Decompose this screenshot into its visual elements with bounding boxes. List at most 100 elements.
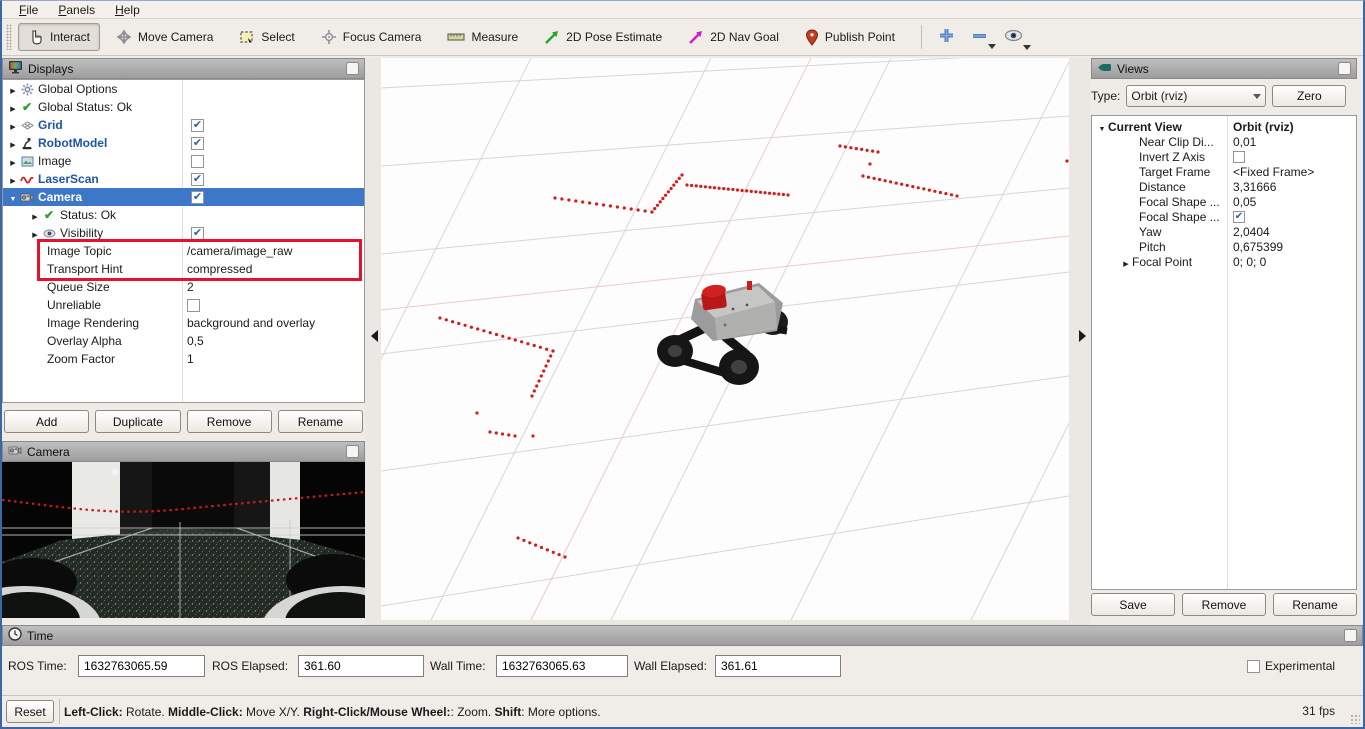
rename-button[interactable]: Rename bbox=[278, 410, 363, 433]
experimental-checkbox[interactable] bbox=[1247, 660, 1260, 673]
tree-row-visibility[interactable]: Visibility bbox=[3, 224, 364, 242]
views-tree[interactable]: Current View Orbit (rviz) Near Clip Di..… bbox=[1091, 115, 1357, 590]
view-row-current-view[interactable]: Current View Orbit (rviz) bbox=[1092, 119, 1356, 134]
displays-tree[interactable]: Global Options ✔ Global Status: Ok Grid … bbox=[2, 79, 365, 403]
remove-tool-button[interactable] bbox=[965, 27, 994, 47]
view-row-target-frame[interactable]: Target Frame <Fixed Frame> bbox=[1092, 164, 1356, 179]
camera-enabled-checkbox[interactable] bbox=[191, 191, 204, 204]
rename-button[interactable]: Rename bbox=[1273, 593, 1357, 616]
tree-row-camera[interactable]: Camera bbox=[3, 188, 364, 206]
toolbar-drag-handle[interactable] bbox=[6, 24, 12, 50]
chevron-down-icon[interactable] bbox=[988, 44, 996, 49]
displays-panel-titlebar[interactable]: Displays bbox=[2, 58, 365, 79]
property-row-image-rendering[interactable]: Image Rendering background and overlay bbox=[3, 314, 364, 332]
property-value[interactable]: 0,5 bbox=[187, 334, 204, 348]
move-camera-tool-button[interactable]: Move Camera bbox=[106, 23, 223, 51]
pose-estimate-tool-button[interactable]: 2D Pose Estimate bbox=[534, 23, 672, 51]
property-value[interactable]: compressed bbox=[187, 262, 252, 276]
menu-file[interactable]: File bbox=[10, 2, 47, 18]
laserscan-enabled-checkbox[interactable] bbox=[191, 173, 204, 186]
select-tool-button[interactable]: Select bbox=[229, 23, 304, 51]
wall-elapsed-input[interactable] bbox=[715, 655, 841, 677]
property-row-transport-hint[interactable]: Transport Hint compressed bbox=[3, 260, 364, 278]
nav-goal-tool-button[interactable]: 2D Nav Goal bbox=[678, 23, 789, 51]
image-enabled-checkbox[interactable] bbox=[191, 155, 204, 168]
duplicate-button[interactable]: Duplicate bbox=[95, 410, 180, 433]
expander-icon[interactable] bbox=[7, 190, 19, 204]
column-divider[interactable] bbox=[1227, 116, 1228, 589]
property-row-overlay-alpha[interactable]: Overlay Alpha 0,5 bbox=[3, 332, 364, 350]
add-tool-button[interactable] bbox=[932, 24, 961, 50]
reset-button[interactable]: Reset bbox=[6, 700, 54, 723]
tree-row-grid[interactable]: Grid bbox=[3, 116, 364, 134]
measure-tool-button[interactable]: Measure bbox=[437, 24, 528, 50]
property-row-queue-size[interactable]: Queue Size 2 bbox=[3, 278, 364, 296]
tree-row-camera-status[interactable]: ✔ Status: Ok bbox=[3, 206, 364, 224]
time-panel-titlebar[interactable]: Time bbox=[2, 625, 1363, 646]
view-row-near-clip[interactable]: Near Clip Di... 0,01 bbox=[1092, 134, 1356, 149]
view-row-distance[interactable]: Distance 3,31666 bbox=[1092, 179, 1356, 194]
view-row-yaw[interactable]: Yaw 2,0404 bbox=[1092, 224, 1356, 239]
expander-icon[interactable] bbox=[29, 208, 41, 222]
views-panel-titlebar[interactable]: Views bbox=[1091, 58, 1357, 79]
expander-icon[interactable] bbox=[7, 136, 19, 150]
expander-icon[interactable] bbox=[29, 226, 41, 240]
save-button[interactable]: Save bbox=[1091, 593, 1175, 616]
ros-time-input[interactable] bbox=[78, 655, 205, 677]
chevron-down-icon[interactable] bbox=[1023, 45, 1031, 50]
tree-row-image[interactable]: Image bbox=[3, 152, 364, 170]
view-row-focal-point[interactable]: Focal Point 0; 0; 0 bbox=[1092, 254, 1356, 269]
expander-icon[interactable] bbox=[7, 154, 19, 168]
property-value[interactable]: 2 bbox=[187, 280, 194, 294]
menu-help[interactable]: Help bbox=[106, 2, 149, 18]
focal-shape-checkbox[interactable] bbox=[1233, 211, 1245, 223]
grid-enabled-checkbox[interactable] bbox=[191, 119, 204, 132]
panel-float-button[interactable] bbox=[1338, 62, 1351, 75]
robotmodel-enabled-checkbox[interactable] bbox=[191, 137, 204, 150]
view-row-invert-z[interactable]: Invert Z Axis bbox=[1092, 149, 1356, 164]
zero-button[interactable]: Zero bbox=[1272, 85, 1346, 107]
tree-row-global-options[interactable]: Global Options bbox=[3, 80, 364, 98]
property-value[interactable]: 1 bbox=[187, 352, 194, 366]
render-viewport[interactable] bbox=[381, 58, 1069, 620]
tool-visibility-button[interactable] bbox=[998, 26, 1029, 48]
expander-icon[interactable] bbox=[7, 100, 19, 114]
remove-button[interactable]: Remove bbox=[1182, 593, 1266, 616]
row-value[interactable]: 3,31666 bbox=[1233, 180, 1276, 194]
focus-camera-tool-button[interactable]: Focus Camera bbox=[311, 23, 432, 51]
property-row-zoom-factor[interactable]: Zoom Factor 1 bbox=[3, 350, 364, 368]
panel-float-button[interactable] bbox=[346, 62, 359, 75]
expander-icon[interactable] bbox=[7, 118, 19, 132]
remove-button[interactable]: Remove bbox=[187, 410, 272, 433]
row-value[interactable]: 0,01 bbox=[1233, 135, 1256, 149]
add-button[interactable]: Add bbox=[4, 410, 89, 433]
interact-tool-button[interactable]: Interact bbox=[18, 23, 100, 51]
view-type-dropdown[interactable]: Orbit (rviz) bbox=[1126, 85, 1266, 107]
ros-elapsed-input[interactable] bbox=[298, 655, 424, 677]
menu-panels[interactable]: Panels bbox=[49, 2, 104, 18]
tree-row-robotmodel[interactable]: RobotModel bbox=[3, 134, 364, 152]
camera-panel-titlebar[interactable]: Camera bbox=[2, 441, 365, 462]
expander-icon[interactable] bbox=[1096, 120, 1108, 134]
view-row-focal-shape-size[interactable]: Focal Shape ... 0,05 bbox=[1092, 194, 1356, 209]
row-value[interactable]: <Fixed Frame> bbox=[1233, 165, 1314, 179]
view-row-pitch[interactable]: Pitch 0,675399 bbox=[1092, 239, 1356, 254]
publish-point-tool-button[interactable]: Publish Point bbox=[795, 23, 905, 52]
property-value[interactable]: /camera/image_raw bbox=[187, 244, 292, 258]
panel-float-button[interactable] bbox=[1344, 629, 1357, 642]
wall-time-input[interactable] bbox=[496, 655, 628, 677]
row-value[interactable]: 0,05 bbox=[1233, 195, 1256, 209]
visibility-checkbox[interactable] bbox=[191, 227, 204, 240]
property-row-image-topic[interactable]: Image Topic /camera/image_raw bbox=[3, 242, 364, 260]
collapse-left-panel-arrow-icon[interactable] bbox=[371, 330, 378, 342]
tree-row-laserscan[interactable]: LaserScan bbox=[3, 170, 364, 188]
unreliable-checkbox[interactable] bbox=[187, 299, 200, 312]
expander-icon[interactable] bbox=[1120, 255, 1132, 269]
resize-grip[interactable] bbox=[1350, 714, 1360, 724]
collapse-right-panel-arrow-icon[interactable] bbox=[1079, 330, 1086, 342]
expander-icon[interactable] bbox=[7, 172, 19, 186]
property-row-unreliable[interactable]: Unreliable bbox=[3, 296, 364, 314]
expander-icon[interactable] bbox=[7, 82, 19, 96]
invert-z-checkbox[interactable] bbox=[1233, 151, 1245, 163]
view-row-focal-shape-fixed[interactable]: Focal Shape ... bbox=[1092, 209, 1356, 224]
